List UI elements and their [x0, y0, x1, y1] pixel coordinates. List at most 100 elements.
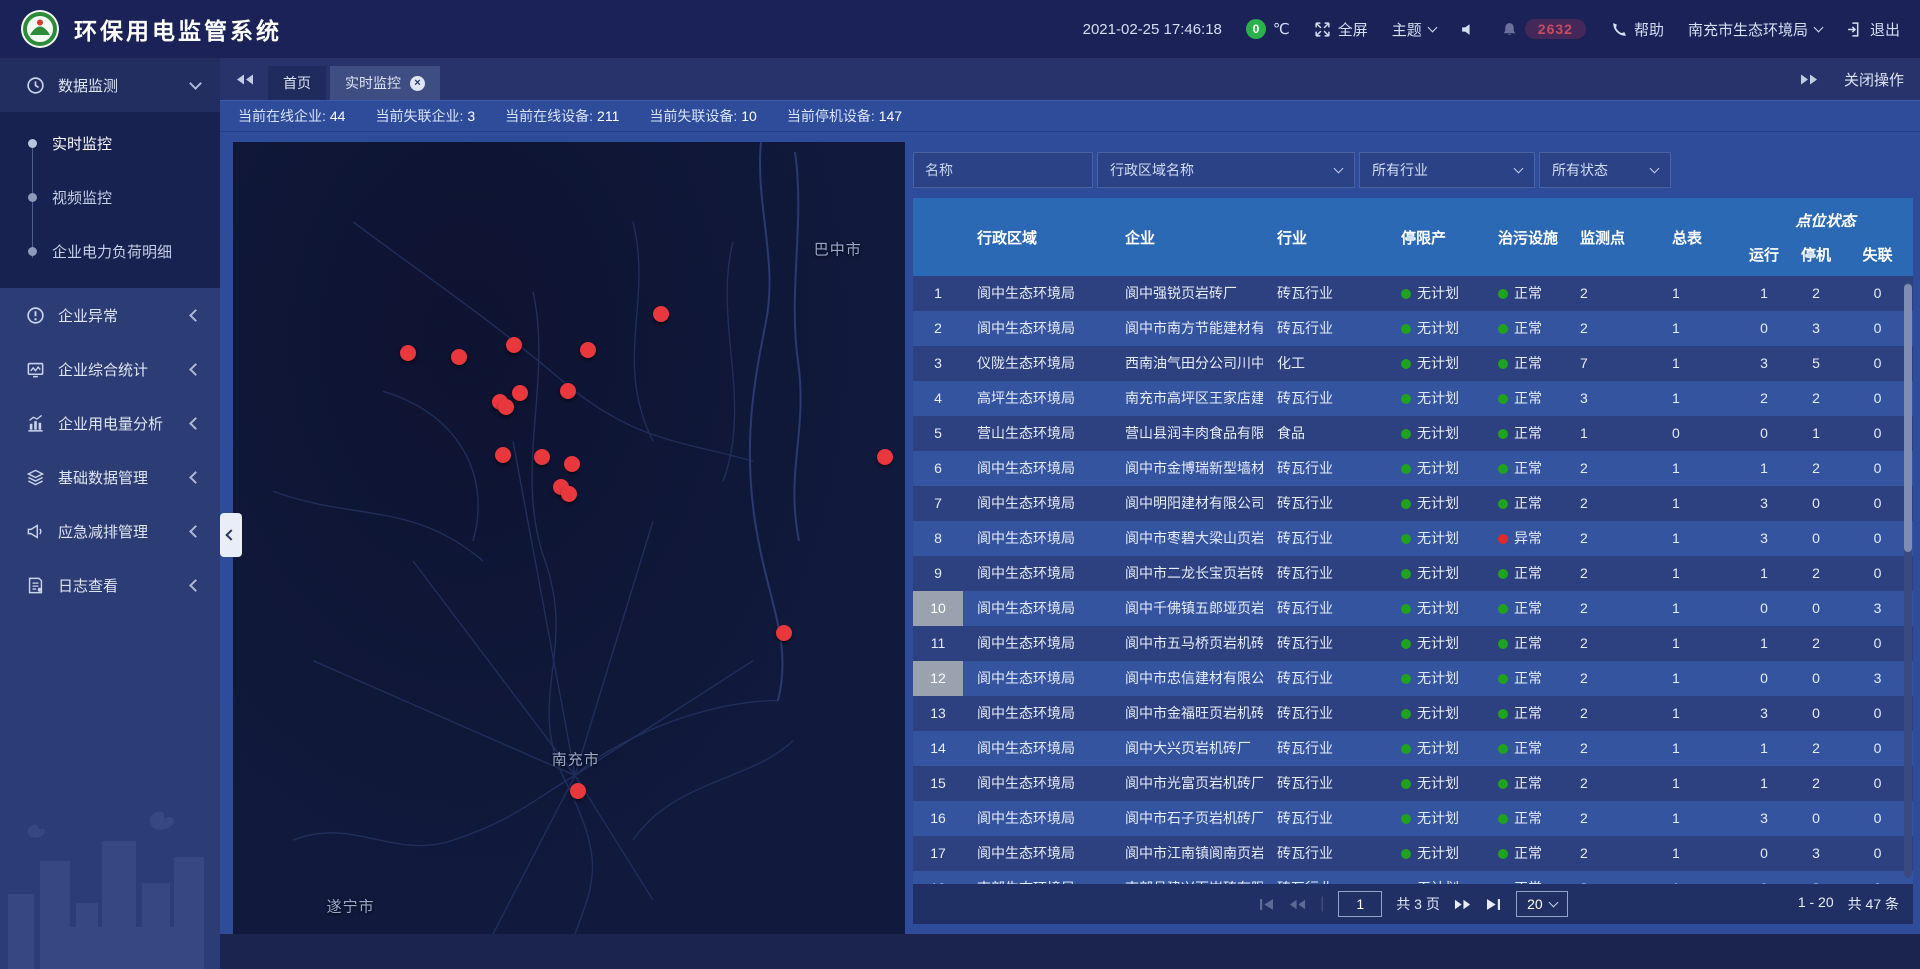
table-row[interactable]: 5营山生态环境局营山县润丰肉食品有限食品无计划正常10010 [913, 416, 1913, 451]
tabs-scroll-right-button[interactable] [1800, 73, 1818, 86]
sidebar-item-2[interactable]: 企业综合统计 [0, 342, 220, 396]
map-pin[interactable] [776, 625, 792, 641]
cell-plan-status: 无计划 [1387, 766, 1484, 801]
speaker-button[interactable] [1460, 21, 1477, 38]
map-pin[interactable] [560, 383, 576, 399]
cell-facility-status: 正常 [1484, 591, 1566, 626]
cell-stop: 2 [1790, 766, 1842, 801]
table-row[interactable]: 15阆中生态环境局阆中市光富页岩机砖厂砖瓦行业无计划正常21120 [913, 766, 1913, 801]
page-range-label: 1 - 20 [1798, 894, 1834, 914]
page-size-select[interactable]: 20 [1516, 891, 1568, 917]
table-row[interactable]: 9阆中生态环境局阆中市二龙长宝页岩砖砖瓦行业无计划正常21120 [913, 556, 1913, 591]
map-canvas[interactable]: 巴中市南充市遂宁市 [233, 142, 905, 934]
industry-filter-select[interactable]: 所有行业 [1359, 152, 1535, 188]
table-row[interactable]: 17阆中生态环境局阆中市江南镇阆南页岩砖瓦行业无计划正常21030 [913, 836, 1913, 871]
cell-meters: 1 [1658, 346, 1738, 381]
fullscreen-button[interactable]: 全屏 [1314, 19, 1368, 40]
table-row[interactable]: 6阆中生态环境局阆中市金博瑞新型墙材砖瓦行业无计划正常21120 [913, 451, 1913, 486]
cell-meters: 0 [1658, 416, 1738, 451]
first-page-button[interactable] [1258, 898, 1275, 911]
cell-meters: 1 [1658, 486, 1738, 521]
cell-industry: 砖瓦行业 [1263, 801, 1387, 836]
name-filter-input[interactable] [913, 152, 1093, 188]
cell-stop: 2 [1790, 556, 1842, 591]
cell-facility-status: 正常 [1484, 451, 1566, 486]
status-value: 147 [879, 108, 902, 124]
help-button[interactable]: 帮助 [1610, 19, 1664, 40]
logout-button[interactable]: 退出 [1846, 19, 1900, 40]
map-pin[interactable] [570, 783, 586, 799]
close-tab-icon[interactable]: × [410, 76, 425, 91]
sidebar-item-3[interactable]: 企业用电量分析 [0, 396, 220, 450]
map-pin[interactable] [506, 337, 522, 353]
cell-lost: 0 [1842, 346, 1913, 381]
table-row[interactable]: 8阆中生态环境局阆中市枣碧大梁山页岩砖瓦行业无计划异常21300 [913, 521, 1913, 556]
org-dropdown[interactable]: 南充市生态环境局 [1688, 19, 1822, 40]
prev-page-button[interactable] [1289, 898, 1306, 911]
sidebar-subitem-视频监控[interactable]: 视频监控 [0, 170, 220, 224]
table-row[interactable]: 11阆中生态环境局阆中市五马桥页岩机砖砖瓦行业无计划正常21120 [913, 626, 1913, 661]
table-row[interactable]: 2阆中生态环境局阆中市南方节能建材有砖瓦行业无计划正常21030 [913, 311, 1913, 346]
cell-index: 13 [913, 696, 963, 731]
green-dot-icon [1498, 674, 1508, 684]
map-pin[interactable] [498, 399, 514, 415]
table-row[interactable]: 7阆中生态环境局阆中明阳建材有限公司砖瓦行业无计划正常21300 [913, 486, 1913, 521]
table-row[interactable]: 4高坪生态环境局南充市高坪区王家店建砖瓦行业无计划正常31220 [913, 381, 1913, 416]
table-row[interactable]: 14阆中生态环境局阆中大兴页岩机砖厂砖瓦行业无计划正常21120 [913, 731, 1913, 766]
sidebar-item-4[interactable]: 基础数据管理 [0, 450, 220, 504]
sidebar-item-label: 企业综合统计 [58, 359, 191, 380]
cell-region: 仪陇生态环境局 [963, 346, 1111, 381]
sidebar-item-label: 数据监测 [58, 75, 191, 96]
chevron-left-icon [189, 579, 202, 592]
cell-company: 阆中千佛镇五郎垭页岩 [1111, 591, 1263, 626]
green-dot-icon [1401, 744, 1411, 754]
map-pin[interactable] [653, 306, 669, 322]
sidebar-subitem-企业电力负荷明细[interactable]: 企业电力负荷明细 [0, 224, 220, 278]
cell-meters: 1 [1658, 766, 1738, 801]
sidebar-item-5[interactable]: 应急减排管理 [0, 504, 220, 558]
table-row[interactable]: 10阆中生态环境局阆中千佛镇五郎垭页岩砖瓦行业无计划正常21003 [913, 591, 1913, 626]
map-pin[interactable] [877, 449, 893, 465]
cell-lost: 0 [1842, 486, 1913, 521]
map-pin[interactable] [512, 385, 528, 401]
sidebar-item-1[interactable]: 企业异常 [0, 288, 220, 342]
status-filter-select[interactable]: 所有状态 [1539, 152, 1671, 188]
tab-home[interactable]: 首页 [268, 66, 326, 100]
sidebar-menu: 数据监测实时监控视频监控企业电力负荷明细企业异常企业综合统计企业用电量分析基础数… [0, 58, 220, 612]
map-pin[interactable] [564, 456, 580, 472]
page-number-input[interactable] [1338, 891, 1382, 917]
table-row[interactable]: 12阆中生态环境局阆中市忠信建材有限公砖瓦行业无计划正常21003 [913, 661, 1913, 696]
sidebar-item-6[interactable]: 日志查看 [0, 558, 220, 612]
table-scrollbar[interactable] [1904, 282, 1912, 878]
map-pin[interactable] [580, 342, 596, 358]
theme-dropdown[interactable]: 主题 [1392, 19, 1436, 40]
cell-stop: 3 [1790, 836, 1842, 871]
map-pin[interactable] [495, 447, 511, 463]
tab-realtime-monitor[interactable]: 实时监控 × [330, 66, 440, 100]
cell-industry: 砖瓦行业 [1263, 591, 1387, 626]
cell-run: 0 [1738, 591, 1790, 626]
last-page-button[interactable] [1485, 898, 1502, 911]
cell-industry: 化工 [1263, 346, 1387, 381]
region-filter-select[interactable]: 行政区域名称 [1097, 152, 1355, 188]
next-page-button[interactable] [1454, 898, 1471, 911]
map-pin[interactable] [451, 349, 467, 365]
map-pin[interactable] [561, 486, 577, 502]
scrollbar-thumb[interactable] [1904, 284, 1912, 552]
tabs-scroll-left-button[interactable] [236, 73, 254, 86]
table-row[interactable]: 13阆中生态环境局阆中市金福旺页岩机砖砖瓦行业无计划正常21300 [913, 696, 1913, 731]
notification-button[interactable]: 2632 [1501, 19, 1586, 39]
map-pin[interactable] [400, 345, 416, 361]
table-row[interactable]: 16阆中生态环境局阆中市石子页岩机砖厂砖瓦行业无计划正常21300 [913, 801, 1913, 836]
cell-industry: 砖瓦行业 [1263, 276, 1387, 311]
sidebar-collapse-button[interactable] [220, 513, 242, 557]
table-row[interactable]: 1阆中生态环境局阆中强锐页岩砖厂砖瓦行业无计划正常21120 [913, 276, 1913, 311]
map-pin[interactable] [534, 449, 550, 465]
sidebar-item-0[interactable]: 数据监测 [0, 58, 220, 112]
sidebar-subitem-实时监控[interactable]: 实时监控 [0, 116, 220, 170]
cell-points: 7 [1566, 346, 1658, 381]
cell-facility-status: 正常 [1484, 731, 1566, 766]
status-counter: 当前在线设备:211 [505, 106, 619, 126]
table-row[interactable]: 3仪陇生态环境局西南油气田分公司川中化工无计划正常71350 [913, 346, 1913, 381]
close-operations-button[interactable]: 关闭操作 [1844, 69, 1904, 90]
